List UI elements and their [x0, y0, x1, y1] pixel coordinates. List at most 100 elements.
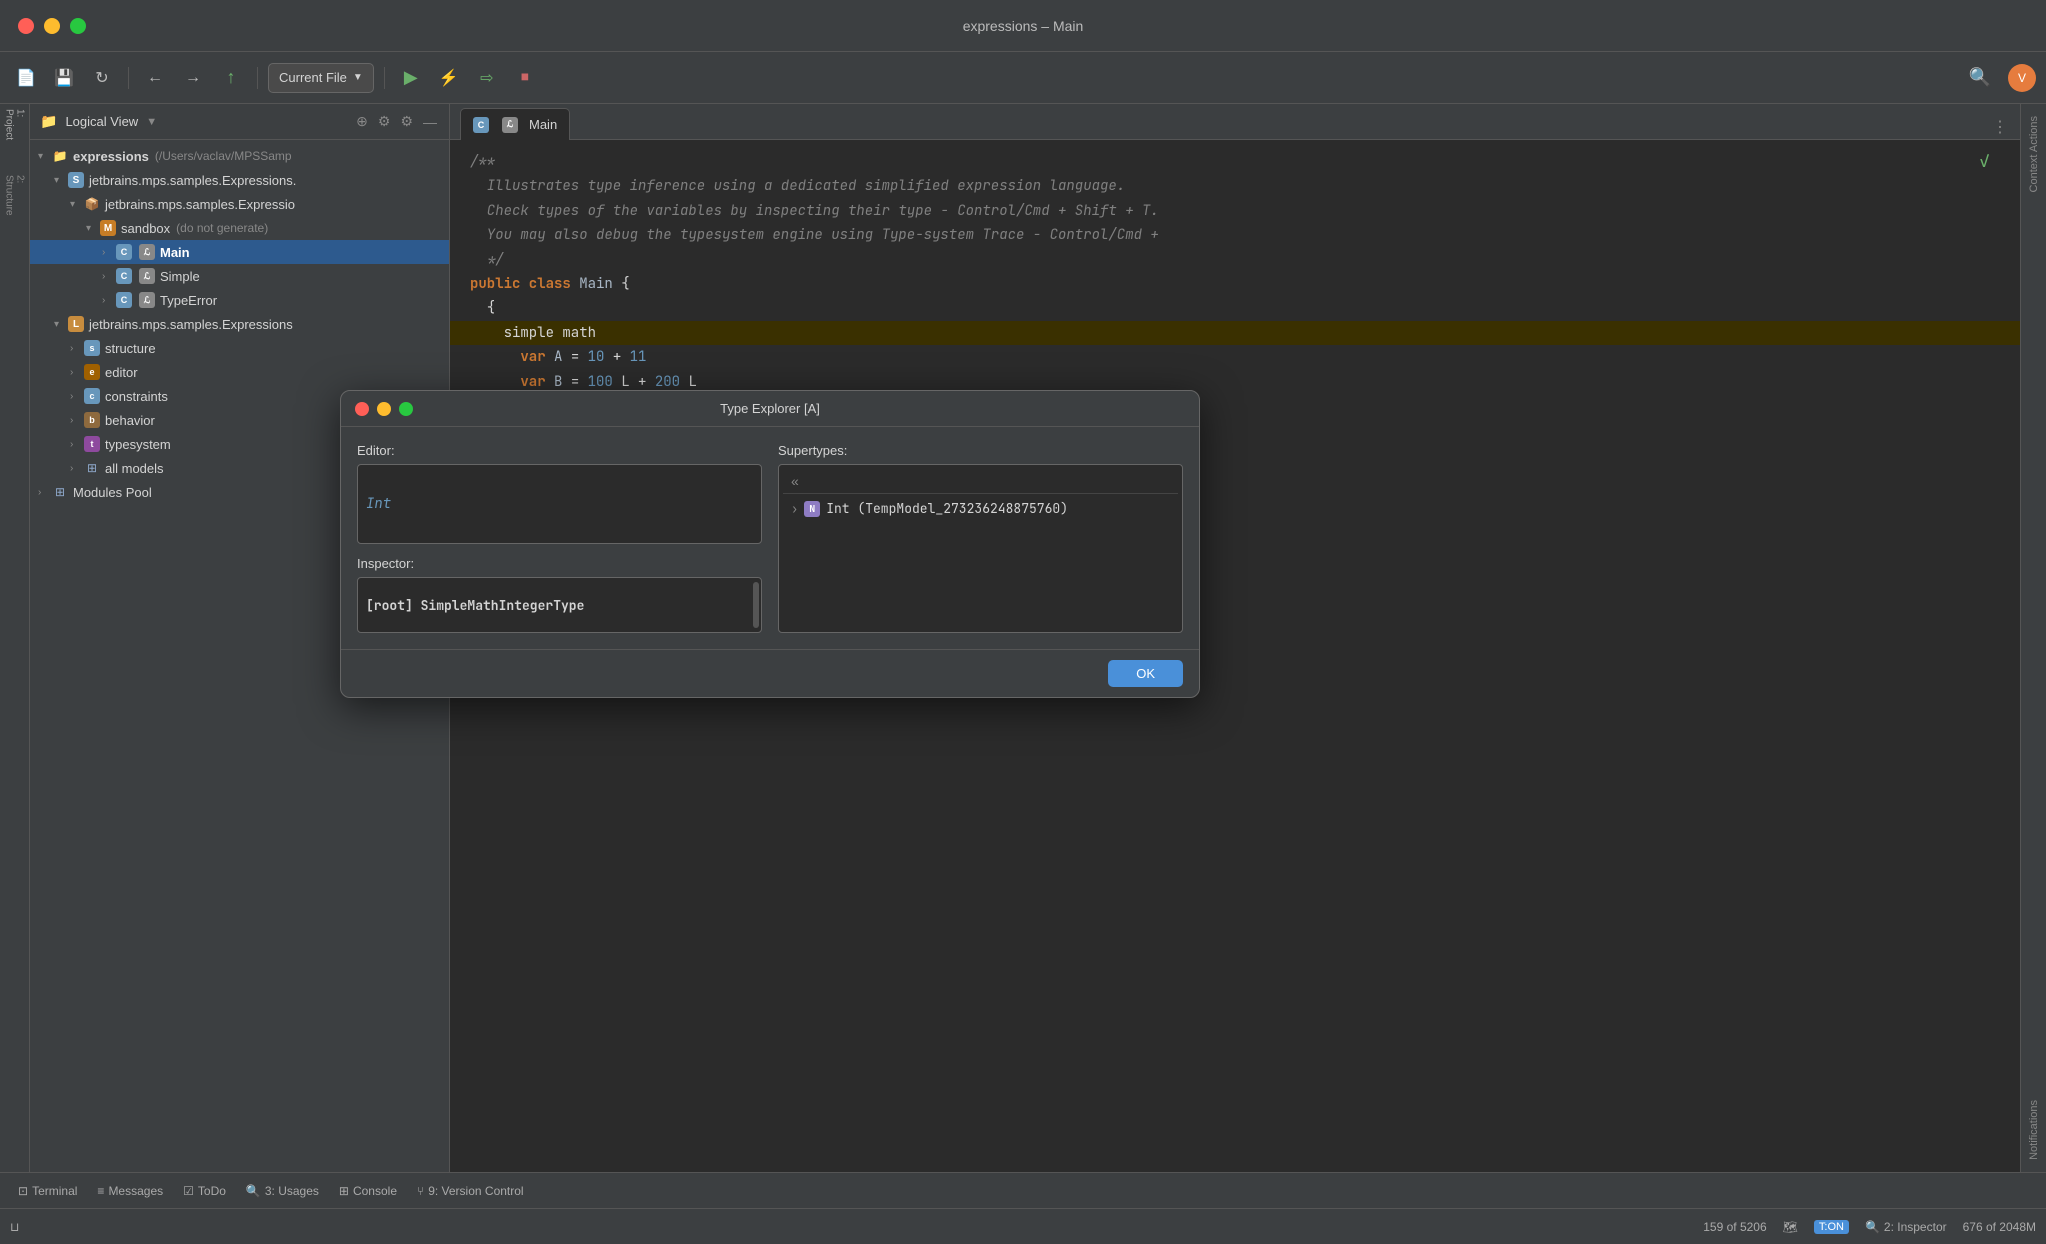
tree-item-simple[interactable]: › C ℒ Simple: [30, 264, 449, 288]
tree-arrow-editor: ›: [70, 367, 84, 378]
refresh-button[interactable]: ↻: [86, 64, 118, 92]
todo-label: ToDo: [198, 1184, 226, 1198]
tree-item-root[interactable]: ▾ 📁 expressions (/Users/vaclav/MPSSamp: [30, 144, 449, 168]
dialog-maximize-button[interactable]: [399, 402, 413, 416]
class-c-icon-simple: C: [116, 268, 132, 284]
navigate-button[interactable]: ↑: [215, 64, 247, 92]
inspector-status[interactable]: 🔍 2: Inspector: [1865, 1220, 1947, 1234]
chevron-down-icon[interactable]: ▼: [146, 116, 157, 128]
code-line-9: var A = 10 + 11: [450, 345, 2020, 369]
tree-item-l-label: jetbrains.mps.samples.Expressions: [89, 317, 293, 332]
dialog-left-panel: Editor: Int Inspector: [root] SimpleMath…: [357, 443, 762, 633]
class-c-icon-typeerror: C: [116, 292, 132, 308]
tree-arrow-constraints: ›: [70, 391, 84, 402]
usages-button[interactable]: 🔍 3: Usages: [238, 1180, 327, 1202]
build-button[interactable]: ⚡: [433, 64, 465, 92]
tree-arrow-typesystem: ›: [70, 439, 84, 450]
tree-item-sandbox-meta: (do not generate): [176, 221, 268, 235]
code-line-1: /**: [450, 150, 2020, 174]
supertypes-item-label: Int (TempModel_273236248875760): [826, 500, 1068, 517]
tree-item-main[interactable]: › C ℒ Main: [30, 240, 449, 264]
tree-arrow-allmodels: ›: [70, 463, 84, 474]
maximize-button[interactable]: [70, 18, 86, 34]
editor-tab-main[interactable]: C ℒ Main: [460, 108, 570, 140]
supertypes-item[interactable]: › N Int (TempModel_273236248875760): [783, 494, 1178, 523]
panel-header: 📁 Logical View ▼ ⊕ ⚙ ⚙ —: [30, 104, 449, 140]
back-arrows-icon[interactable]: «: [791, 473, 799, 489]
package-icon-2: 📦: [84, 196, 100, 212]
notifications-label[interactable]: Notifications: [2024, 1092, 2044, 1168]
sidebar-icon-structure[interactable]: 2: Structure: [2, 182, 28, 208]
tree-item-editor[interactable]: › e editor: [30, 360, 449, 384]
search-toolbar-button[interactable]: 🔍: [1964, 64, 1996, 92]
current-file-dropdown[interactable]: Current File ▼: [268, 63, 374, 93]
tree-item-l[interactable]: ▾ L jetbrains.mps.samples.Expressions: [30, 312, 449, 336]
dialog-titlebar: Type Explorer [A]: [341, 391, 1199, 427]
constraints-icon: c: [84, 388, 100, 404]
tree-item-sandbox[interactable]: ▾ M sandbox (do not generate): [30, 216, 449, 240]
tree-item-2[interactable]: ▾ 📦 jetbrains.mps.samples.Expressio: [30, 192, 449, 216]
messages-button[interactable]: ≡ Messages: [89, 1180, 171, 1202]
tab-c-icon: C: [473, 117, 489, 133]
save-button[interactable]: 💾: [48, 64, 80, 92]
code-line-8: simple math: [450, 321, 2020, 345]
expand-icon: ⊔: [10, 1220, 19, 1234]
module-l-icon: L: [68, 316, 84, 332]
editor-tab-main-label: Main: [529, 117, 557, 132]
sidebar-icon-project[interactable]: 1: Project: [2, 112, 28, 138]
terminal-button[interactable]: ⊡ Terminal: [10, 1180, 85, 1202]
tree-item-1[interactable]: ▾ S jetbrains.mps.samples.Expressions.: [30, 168, 449, 192]
panel-add-button[interactable]: ⊕: [354, 111, 370, 132]
version-control-button[interactable]: ⑂ 9: Version Control: [409, 1180, 532, 1202]
inspector-scrollbar[interactable]: [753, 582, 759, 628]
tree-item-structure[interactable]: › s structure: [30, 336, 449, 360]
dialog-close-button[interactable]: [355, 402, 369, 416]
tree-item-simple-label: Simple: [160, 269, 200, 284]
context-actions-label[interactable]: Context Actions: [2024, 108, 2044, 200]
version-control-label: 9: Version Control: [428, 1184, 523, 1198]
line-info[interactable]: 159 of 5206: [1703, 1220, 1766, 1234]
new-file-button[interactable]: 📄: [10, 64, 42, 92]
minimize-button[interactable]: [44, 18, 60, 34]
tab-options-area: ⋮: [1990, 115, 2010, 139]
editor-icon: e: [84, 364, 100, 380]
editor-section: Editor: Int: [357, 443, 762, 544]
ton-badge[interactable]: T:ON: [1814, 1220, 1849, 1234]
debug-button[interactable]: ⇨: [471, 64, 503, 92]
tree-root-label: expressions: [73, 149, 149, 164]
tree-item-behavior-label: behavior: [105, 413, 155, 428]
stop-button[interactable]: ⏹: [509, 64, 541, 92]
allmodels-icon: ⊞: [84, 460, 100, 476]
panel-collapse-button[interactable]: —: [421, 112, 439, 132]
tree-item-main-label: Main: [160, 245, 190, 260]
tree-item-typeerror[interactable]: › C ℒ TypeError: [30, 288, 449, 312]
run-button[interactable]: ▶: [395, 64, 427, 92]
user-avatar[interactable]: V: [2008, 64, 2036, 92]
panel-filter-button[interactable]: ⚙: [376, 111, 393, 132]
panel-settings-button[interactable]: ⚙: [398, 111, 415, 132]
dialog-minimize-button[interactable]: [377, 402, 391, 416]
tab-options-button[interactable]: ⋮: [1990, 115, 2010, 139]
todo-button[interactable]: ☑ ToDo: [175, 1180, 234, 1202]
forward-button[interactable]: →: [177, 64, 209, 92]
tree-arrow-modulespool: ›: [38, 487, 52, 498]
tree-arrow-root: ▾: [38, 151, 52, 162]
tree-arrow-sandbox: ▾: [86, 223, 100, 234]
bottom-toolbar: ⊡ Terminal ≡ Messages ☑ ToDo 🔍 3: Usages…: [0, 1172, 2046, 1208]
chevron-down-icon: ▼: [353, 72, 363, 83]
code-line-3: Check types of the variables by inspecti…: [450, 199, 2020, 223]
right-sidebar: Context Actions Notifications: [2020, 104, 2046, 1172]
ok-button[interactable]: OK: [1108, 660, 1183, 687]
version-control-icon: ⑂: [417, 1184, 424, 1198]
tree-item-modulespool-label: Modules Pool: [73, 485, 152, 500]
tree-arrow-simple: ›: [102, 271, 116, 282]
close-button[interactable]: [18, 18, 34, 34]
tree-item-editor-label: editor: [105, 365, 138, 380]
memory-usage[interactable]: 676 of 2048M: [1963, 1220, 2036, 1234]
console-button[interactable]: ⊞ Console: [331, 1180, 405, 1202]
back-button[interactable]: ←: [139, 64, 171, 92]
expand-button[interactable]: ⊔: [10, 1220, 19, 1234]
folder-icon: 📁: [52, 148, 68, 164]
map-icon-item[interactable]: 🗺: [1783, 1220, 1798, 1234]
behavior-icon: b: [84, 412, 100, 428]
